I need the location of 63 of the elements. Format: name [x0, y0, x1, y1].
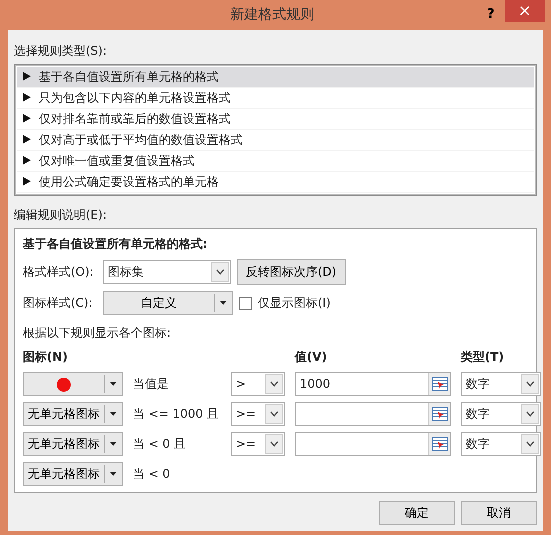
- icon-style-dropdown[interactable]: 自定义: [103, 291, 233, 315]
- dialog-button[interactable]: 确定: [379, 501, 455, 525]
- icon-dropdown[interactable]: [23, 372, 123, 396]
- cell-picker-icon[interactable]: [432, 377, 448, 391]
- icon-dropdown[interactable]: 无单元格图标: [23, 462, 123, 486]
- value-field[interactable]: 1000: [295, 372, 451, 396]
- field-label: 图标样式(C):: [23, 295, 94, 312]
- rule-type-item[interactable]: 仅对排名靠前或靠后的数值设置格式: [17, 109, 534, 130]
- section-label: 编辑规则说明(E):: [14, 207, 108, 224]
- reverse-order-button[interactable]: 反转图标次序(D): [237, 259, 346, 285]
- help-button[interactable]: ?: [477, 0, 505, 30]
- type-dropdown[interactable]: 数字: [461, 372, 541, 396]
- condition-text: 当 < 0: [133, 466, 172, 483]
- chevron-down-icon: [526, 441, 534, 447]
- icon-dropdown[interactable]: 无单元格图标: [23, 402, 123, 426]
- operator-dropdown[interactable]: >: [231, 372, 285, 396]
- caption-text: 根据以下规则显示各个图标:: [23, 325, 172, 342]
- triangle-icon: [23, 93, 31, 102]
- column-header: 类型(T): [461, 349, 506, 366]
- icon-dropdown[interactable]: 无单元格图标: [23, 432, 123, 456]
- caret-icon: [109, 411, 118, 417]
- cell-picker-icon[interactable]: [432, 407, 448, 421]
- close-button[interactable]: ×: [505, 0, 545, 22]
- operator-dropdown[interactable]: >=: [231, 432, 285, 456]
- chevron-down-icon: [270, 411, 278, 417]
- caret-icon: [109, 471, 118, 477]
- column-header: 图标(N): [23, 349, 70, 366]
- triangle-icon: [23, 135, 31, 144]
- checkbox[interactable]: [239, 296, 252, 310]
- rule-type-item[interactable]: 仅对高于或低于平均值的数值设置格式: [17, 130, 534, 151]
- caret-icon: [109, 381, 118, 387]
- format-style-dropdown[interactable]: 图标集: [103, 260, 231, 284]
- type-dropdown[interactable]: 数字: [461, 432, 541, 456]
- rule-type-item[interactable]: 使用公式确定要设置格式的单元格: [17, 172, 534, 193]
- panel-heading: 基于各自值设置所有单元格的格式:: [23, 236, 209, 253]
- rule-type-item[interactable]: 仅对唯一值或重复值设置格式: [17, 151, 534, 172]
- triangle-icon: [23, 156, 31, 166]
- section-label: 选择规则类型(S):: [14, 43, 108, 60]
- type-dropdown[interactable]: 数字: [461, 402, 541, 426]
- column-header: 值(V): [295, 349, 328, 366]
- chevron-down-icon: [270, 441, 278, 447]
- rule-type-item[interactable]: 基于各自值设置所有单元格的格式: [17, 67, 534, 88]
- rule-type-item[interactable]: 只为包含以下内容的单元格设置格式: [17, 88, 534, 109]
- checkbox-label: 仅显示图标(I): [258, 295, 331, 312]
- operator-dropdown[interactable]: >=: [231, 402, 285, 426]
- caret-icon: [109, 441, 118, 447]
- value-field[interactable]: [295, 402, 451, 426]
- dialog-button[interactable]: 取消: [461, 501, 537, 525]
- cell-picker-icon[interactable]: [432, 437, 448, 451]
- chevron-down-icon: [270, 381, 278, 387]
- condition-text: 当 < 0 且: [133, 436, 188, 453]
- triangle-icon: [23, 177, 31, 186]
- chevron-down-icon: [216, 269, 224, 275]
- triangle-icon: [23, 114, 31, 124]
- caret-icon: [219, 300, 228, 306]
- value-field[interactable]: [295, 432, 451, 456]
- condition-text: 当 <= 1000 且: [133, 406, 220, 423]
- chevron-down-icon: [526, 411, 534, 417]
- window-title: 新建格式规则: [230, 6, 316, 24]
- chevron-down-icon: [526, 381, 534, 387]
- condition-text: 当值是: [133, 376, 170, 393]
- field-label: 格式样式(O):: [23, 264, 95, 281]
- triangle-icon: [23, 72, 31, 82]
